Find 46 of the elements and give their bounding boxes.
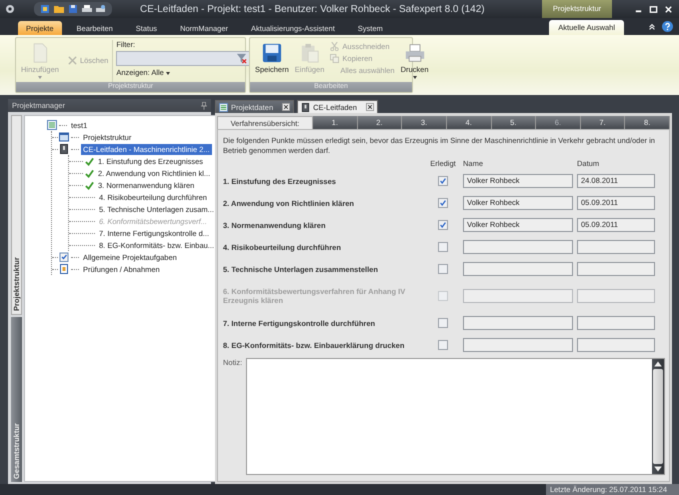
done-checkbox[interactable]	[438, 340, 448, 350]
document-list-icon	[219, 102, 228, 112]
help-icon[interactable]	[662, 21, 673, 32]
filter-field[interactable]	[116, 51, 250, 66]
close-icon	[68, 56, 77, 65]
clear-filter-icon[interactable]	[236, 53, 248, 64]
done-checkbox[interactable]	[438, 176, 448, 186]
window-icon	[59, 132, 69, 142]
caret-icon	[166, 72, 170, 75]
name-field[interactable]	[463, 240, 573, 254]
copy-icon	[330, 54, 340, 62]
done-checkbox[interactable]	[438, 242, 448, 252]
collapse-ribbon-icon[interactable]	[648, 23, 656, 31]
done-checkbox[interactable]	[438, 318, 448, 328]
date-field[interactable]	[577, 262, 655, 276]
done-checkbox[interactable]	[438, 220, 448, 230]
scrollbar[interactable]	[652, 359, 664, 474]
printer-icon	[404, 43, 425, 63]
caret-icon	[412, 76, 417, 79]
binder-icon	[59, 144, 69, 154]
name-field[interactable]	[463, 316, 573, 330]
scissors-icon	[330, 42, 340, 50]
printer-icon[interactable]	[82, 4, 92, 14]
close-icon[interactable]	[282, 103, 290, 111]
window-title: CE-Leitfaden - Projekt: test1 - Benutzer: Volker Rohbeck - Safexpert 8.0 (142)	[140, 4, 485, 14]
name-field[interactable]	[463, 289, 573, 303]
date-field[interactable]	[577, 338, 655, 352]
scroll-thumb[interactable]	[653, 369, 663, 464]
folder-icon[interactable]	[54, 4, 64, 14]
clipboard-check-icon	[59, 252, 69, 262]
maximize-icon[interactable]	[649, 4, 658, 14]
done-checkbox[interactable]	[438, 264, 448, 274]
date-field[interactable]	[577, 316, 655, 330]
clipboard-icon	[300, 43, 320, 63]
date-field[interactable]	[577, 289, 655, 303]
date-field[interactable]	[577, 240, 655, 254]
name-field[interactable]	[463, 262, 573, 276]
caret-icon	[38, 76, 42, 79]
pin-icon[interactable]	[201, 102, 207, 110]
save-icon[interactable]	[68, 4, 78, 14]
document-icon	[59, 264, 69, 274]
notes-field[interactable]	[246, 358, 665, 475]
close-icon[interactable]	[366, 103, 374, 111]
done-checkbox[interactable]	[438, 198, 448, 208]
document-list-icon	[47, 120, 57, 130]
name-field[interactable]	[463, 338, 573, 352]
